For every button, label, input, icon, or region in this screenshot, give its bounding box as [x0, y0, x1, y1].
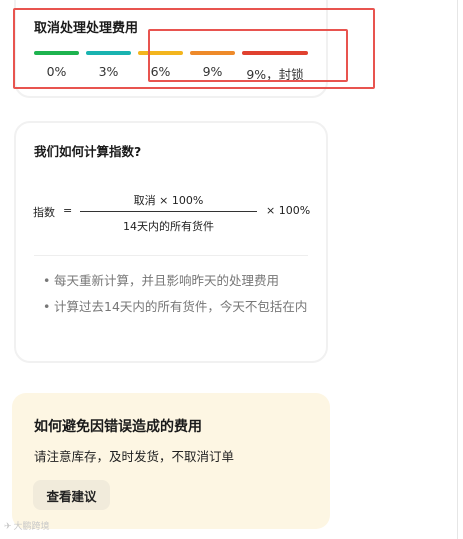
watermark-text: 大鹏跨境: [13, 522, 50, 532]
index-card-title: 我们如何计算指数?: [34, 144, 142, 159]
view-advice-button[interactable]: 查看建议: [33, 480, 110, 510]
watermark-logo-icon: ✈: [4, 522, 12, 532]
highlight-box-inner: [148, 29, 348, 82]
formula-left-term: 指数: [33, 206, 55, 219]
note-item-0: • 每天重新计算，并且影响昨天的处理费用: [43, 270, 313, 292]
watermark: ✈ 大鹏跨境: [4, 519, 50, 532]
formula-multiplier: × 100%: [266, 204, 311, 217]
note-text-1: 计算过去14天内的所有货件，今天不包括在内: [54, 299, 308, 314]
formula-fraction-line: [80, 211, 257, 212]
advice-card-description: 请注意库存，及时发货，不取消订单: [34, 449, 235, 464]
note-text-0: 每天重新计算，并且影响昨天的处理费用: [54, 273, 280, 288]
formula-equals-sign: =: [63, 204, 73, 217]
index-card-divider: [34, 255, 308, 256]
bullet-dot-icon: •: [43, 273, 51, 288]
formula-numerator: 取消 × 100%: [133, 194, 204, 207]
right-edge-divider: [457, 0, 458, 539]
formula-denominator: 14天内的所有货件: [123, 220, 214, 233]
note-item-1: • 计算过去14天内的所有货件，今天不包括在内: [43, 296, 313, 318]
bullet-dot-icon: •: [43, 299, 51, 314]
advice-card-title: 如何避免因错误造成的费用: [34, 419, 202, 435]
